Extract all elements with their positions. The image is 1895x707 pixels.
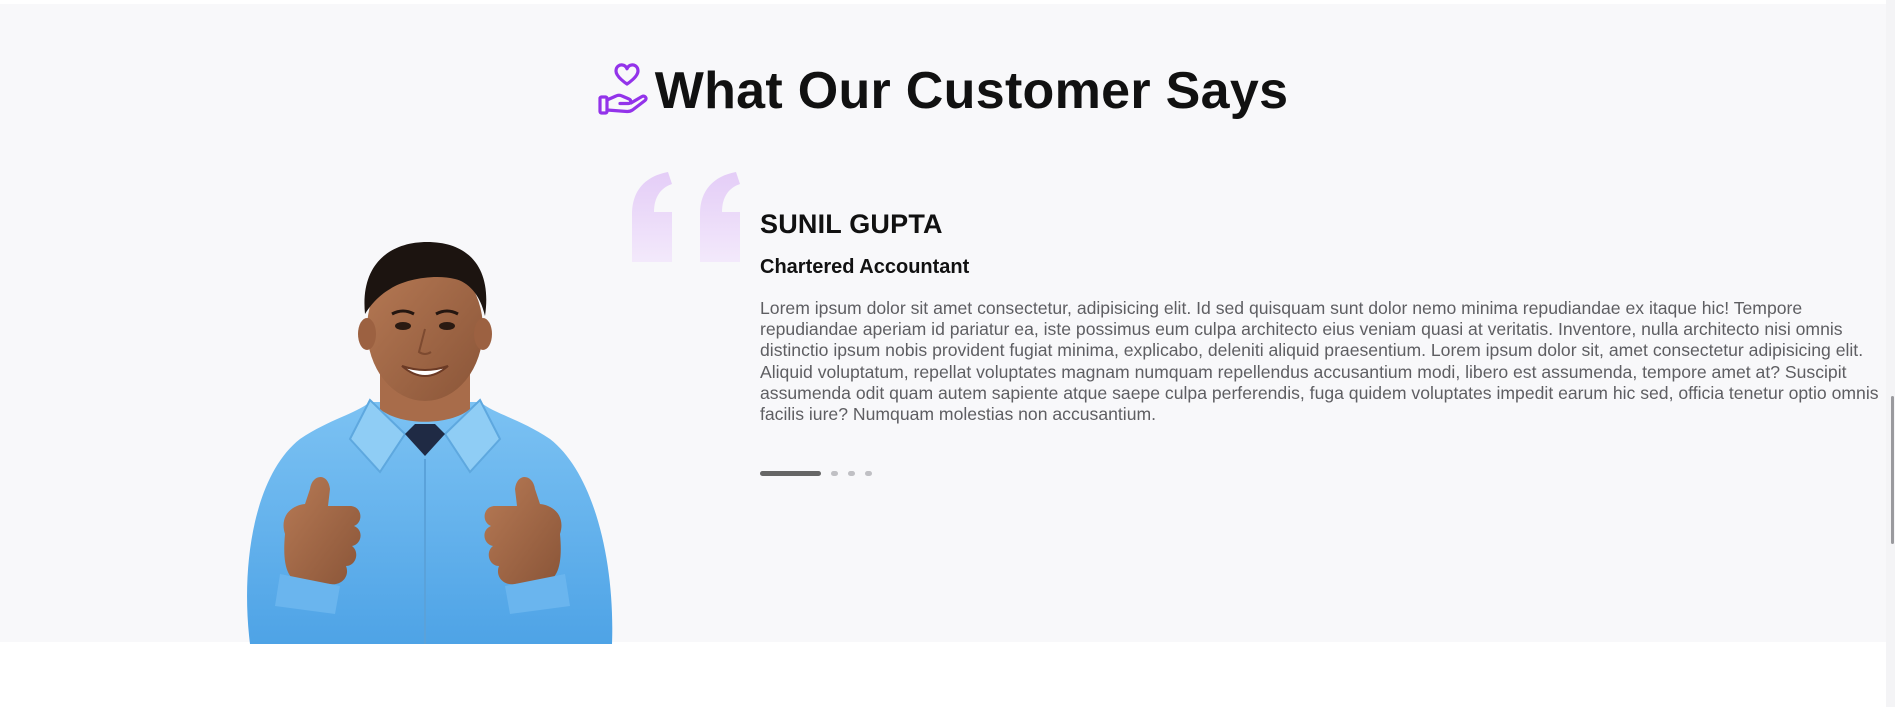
carousel-dot-1[interactable] [760, 470, 821, 476]
hand-heart-icon [598, 63, 648, 115]
customer-name: SUNIL GUPTA [760, 209, 943, 239]
testimonial-text: Lorem ipsum dolor sit amet consectetur, … [760, 298, 1879, 425]
customer-role: Chartered Accountant [760, 256, 970, 278]
carousel-dot-3[interactable] [848, 470, 855, 476]
page-scrollbar[interactable] [1886, 0, 1895, 707]
section-title: What Our Customer Says [654, 62, 1289, 120]
carousel-pagination [760, 470, 872, 476]
carousel-dot-2[interactable] [831, 470, 838, 476]
testimonial-person-photo [247, 242, 613, 644]
section-heading: What Our Customer Says [0, 56, 1895, 126]
scrollbar-thumb[interactable] [1891, 396, 1894, 544]
carousel-dot-4[interactable] [865, 470, 872, 476]
quote-mark-icon [632, 172, 740, 262]
testimonials-section: What Our Customer Says SUNIL GUPTA Chart… [0, 4, 1895, 644]
